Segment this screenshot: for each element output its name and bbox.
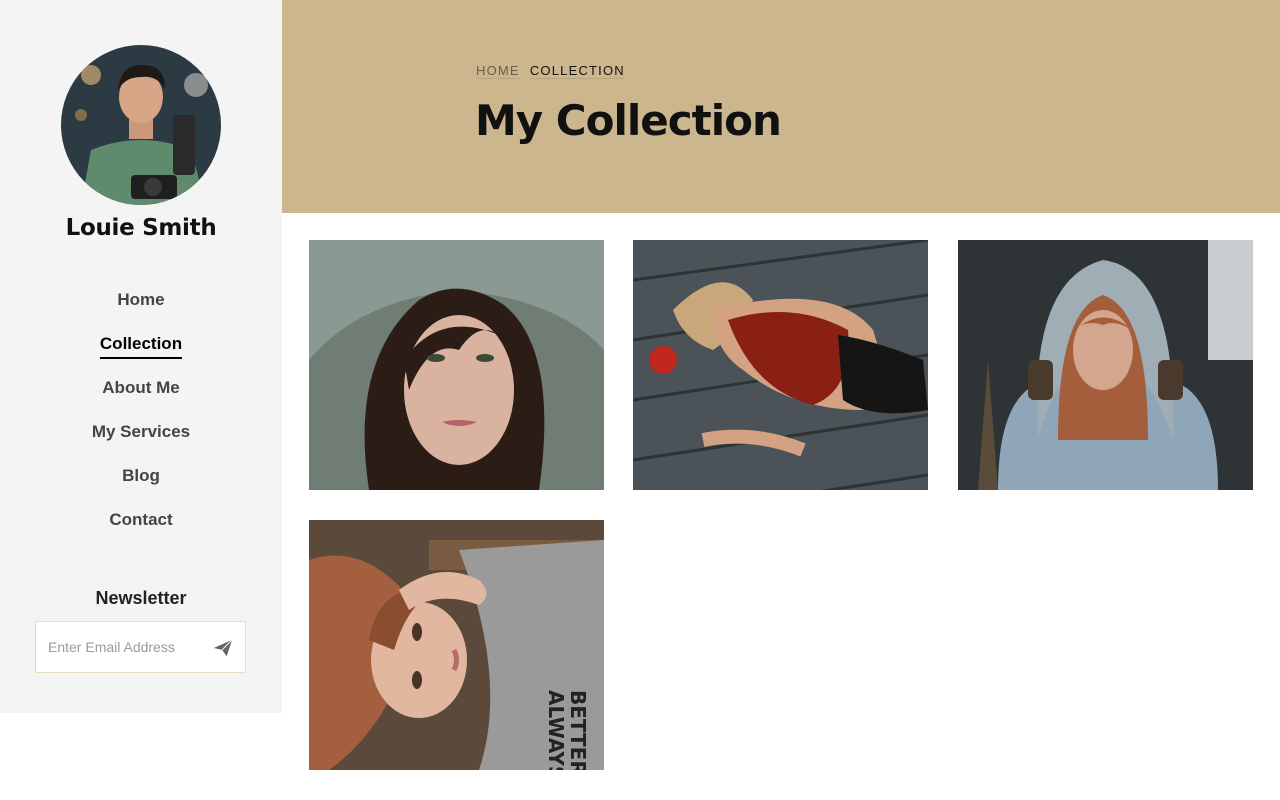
nav-item-contact[interactable]: Contact — [0, 508, 282, 552]
nav-item-label: Collection — [99, 332, 183, 359]
nav-item-label: Contact — [109, 510, 173, 529]
gallery-photo-2[interactable] — [633, 240, 928, 490]
page-title: My Collection — [475, 96, 782, 145]
nav-item-about-me[interactable]: About Me — [0, 376, 282, 420]
profile-name: Louie Smith — [65, 215, 217, 241]
nav-item-blog[interactable]: Blog — [0, 464, 282, 508]
newsletter-form — [35, 621, 246, 673]
nav-item-label: Blog — [122, 466, 160, 485]
breadcrumb: HOME COLLECTION — [476, 63, 625, 79]
breadcrumb-current: COLLECTION — [529, 63, 625, 79]
gallery-photo-1[interactable] — [309, 240, 604, 490]
nav-item-label: My Services — [91, 422, 191, 441]
avatar — [61, 45, 221, 205]
svg-text:BETTER: BETTER — [566, 690, 590, 770]
gallery-photo-4[interactable]: ALWAYS BETTER — [309, 520, 604, 770]
svg-text:ALWAYS: ALWAYS — [544, 690, 568, 770]
paper-plane-icon[interactable] — [212, 637, 234, 659]
nav-item-collection[interactable]: Collection — [0, 332, 282, 376]
nav-item-home[interactable]: Home — [0, 288, 282, 332]
sidebar-nav: Home Collection About Me My Services Blo… — [0, 288, 282, 552]
nav-item-label: Home — [117, 290, 165, 309]
nav-item-label: About Me — [102, 378, 180, 397]
newsletter-email-input[interactable] — [36, 622, 206, 672]
breadcrumb-home-link[interactable]: HOME — [476, 63, 520, 79]
gallery-photo-3[interactable] — [958, 240, 1253, 490]
newsletter-title: Newsletter — [95, 588, 187, 608]
nav-item-my-services[interactable]: My Services — [0, 420, 282, 464]
sidebar: Louie Smith Home Collection About Me My … — [0, 0, 282, 713]
page-header: HOME COLLECTION My Collection — [282, 0, 1280, 213]
